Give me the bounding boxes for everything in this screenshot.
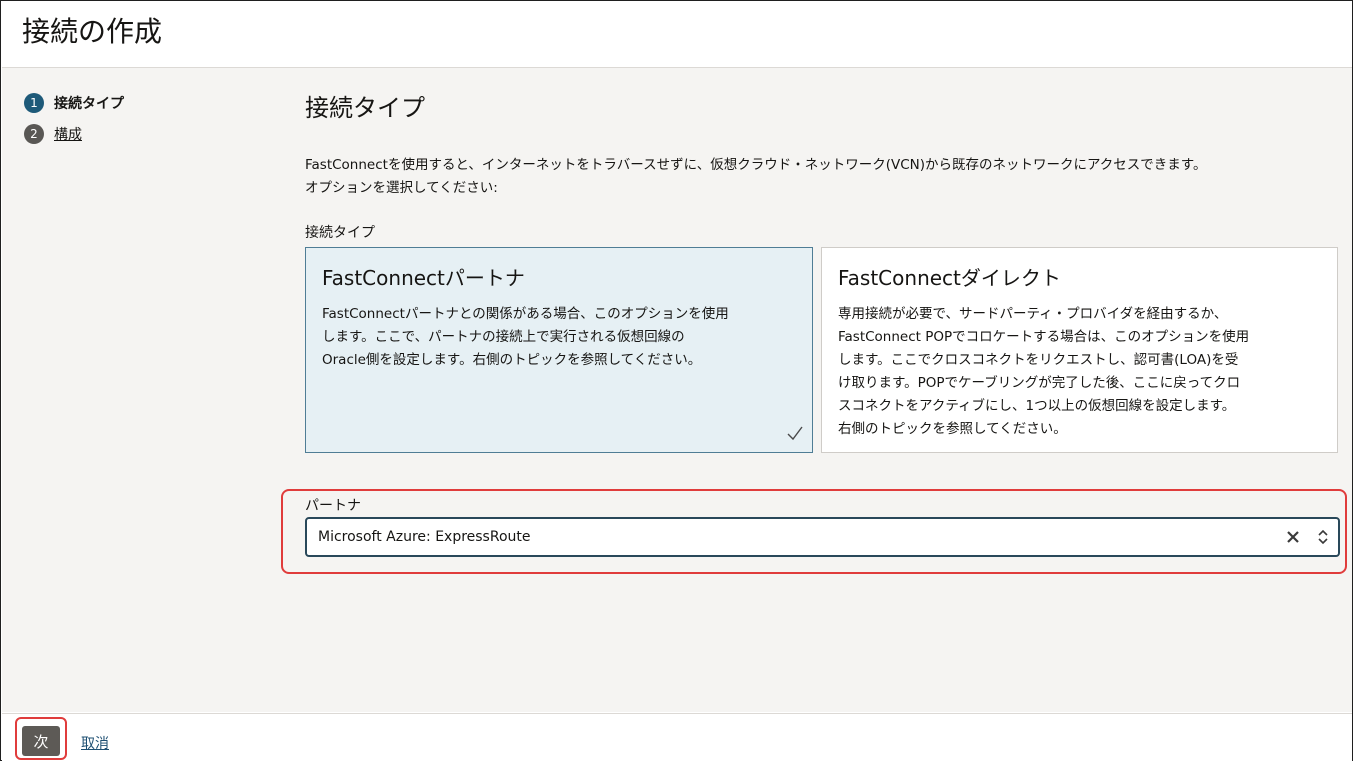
- description-line: オプションを選択してください:: [305, 180, 498, 196]
- connection-type-label: 接続タイプ: [305, 225, 375, 241]
- step-connection-type[interactable]: 1 接続タイプ: [24, 90, 124, 116]
- card-text-line: FastConnect POPでコロケートする場合は、このオプションを使用: [838, 329, 1250, 345]
- step-number: 1: [24, 93, 44, 113]
- card-text-line: 右側のトピックを参照してください。: [838, 421, 1067, 437]
- card-text-line: 専用接続が必要で、サードパーティ・プロバイダを経由するか、: [838, 306, 1228, 322]
- card-text-line: します。ここでクロスコネクトをリクエストし、認可書(LOA)を受: [838, 352, 1239, 368]
- cancel-link[interactable]: 取消: [81, 733, 109, 753]
- next-button[interactable]: 次: [22, 726, 60, 756]
- check-icon: [787, 426, 803, 441]
- section-title: 接続タイプ: [305, 94, 425, 122]
- chevron-up-down-icon[interactable]: [1317, 528, 1329, 546]
- card-text-line: FastConnectパートナとの関係がある場合、このオプションを使用: [322, 306, 729, 322]
- main-content: 1 接続タイプ 2 構成 接続タイプ FastConnectを使用すると、インタ…: [2, 68, 1352, 712]
- dialog-frame: 接続の作成 1 接続タイプ 2 構成 接続タイプ FastConnectを使用す…: [0, 0, 1353, 762]
- clear-icon[interactable]: [1286, 530, 1300, 544]
- footer: 次 取消: [2, 713, 1352, 762]
- card-text-line: け取ります。POPでケーブリングが完了した後、ここに戻ってクロ: [838, 375, 1241, 391]
- card-title: FastConnectパートナ: [322, 266, 525, 290]
- partner-select[interactable]: Microsoft Azure: ExpressRoute: [305, 517, 1340, 557]
- description-line: FastConnectを使用すると、インターネットをトラバースせずに、仮想クラウ…: [305, 157, 1207, 173]
- step-label-link[interactable]: 構成: [54, 124, 82, 144]
- card-description: 専用接続が必要で、サードパーティ・プロバイダを経由するか、 FastConnec…: [838, 303, 1249, 441]
- card-text-line: Oracle側を設定します。右側のトピックを参照してください。: [322, 352, 702, 368]
- card-description: FastConnectパートナとの関係がある場合、このオプションを使用 します。…: [322, 303, 729, 372]
- step-number: 2: [24, 124, 44, 144]
- page-header: 接続の作成: [2, 2, 1352, 68]
- description: FastConnectを使用すると、インターネットをトラバースせずに、仮想クラウ…: [305, 154, 1340, 200]
- partner-selected-value: Microsoft Azure: ExpressRoute: [318, 529, 531, 545]
- card-fastconnect-direct[interactable]: FastConnectダイレクト 専用接続が必要で、サードパーティ・プロバイダを…: [821, 247, 1338, 453]
- card-text-line: スコネクトをアクティブにし、1つ以上の仮想回線を設定します。: [838, 398, 1236, 414]
- step-label: 接続タイプ: [54, 96, 124, 112]
- step-configuration[interactable]: 2 構成: [24, 121, 124, 147]
- wizard-steps: 1 接続タイプ 2 構成: [24, 90, 124, 152]
- card-title: FastConnectダイレクト: [838, 266, 1061, 290]
- card-text-line: します。ここで、パートナの接続上で実行される仮想回線の: [322, 329, 685, 345]
- card-fastconnect-partner[interactable]: FastConnectパートナ FastConnectパートナとの関係がある場合…: [305, 247, 813, 453]
- page-title: 接続の作成: [22, 15, 163, 48]
- partner-label: パートナ: [305, 498, 361, 514]
